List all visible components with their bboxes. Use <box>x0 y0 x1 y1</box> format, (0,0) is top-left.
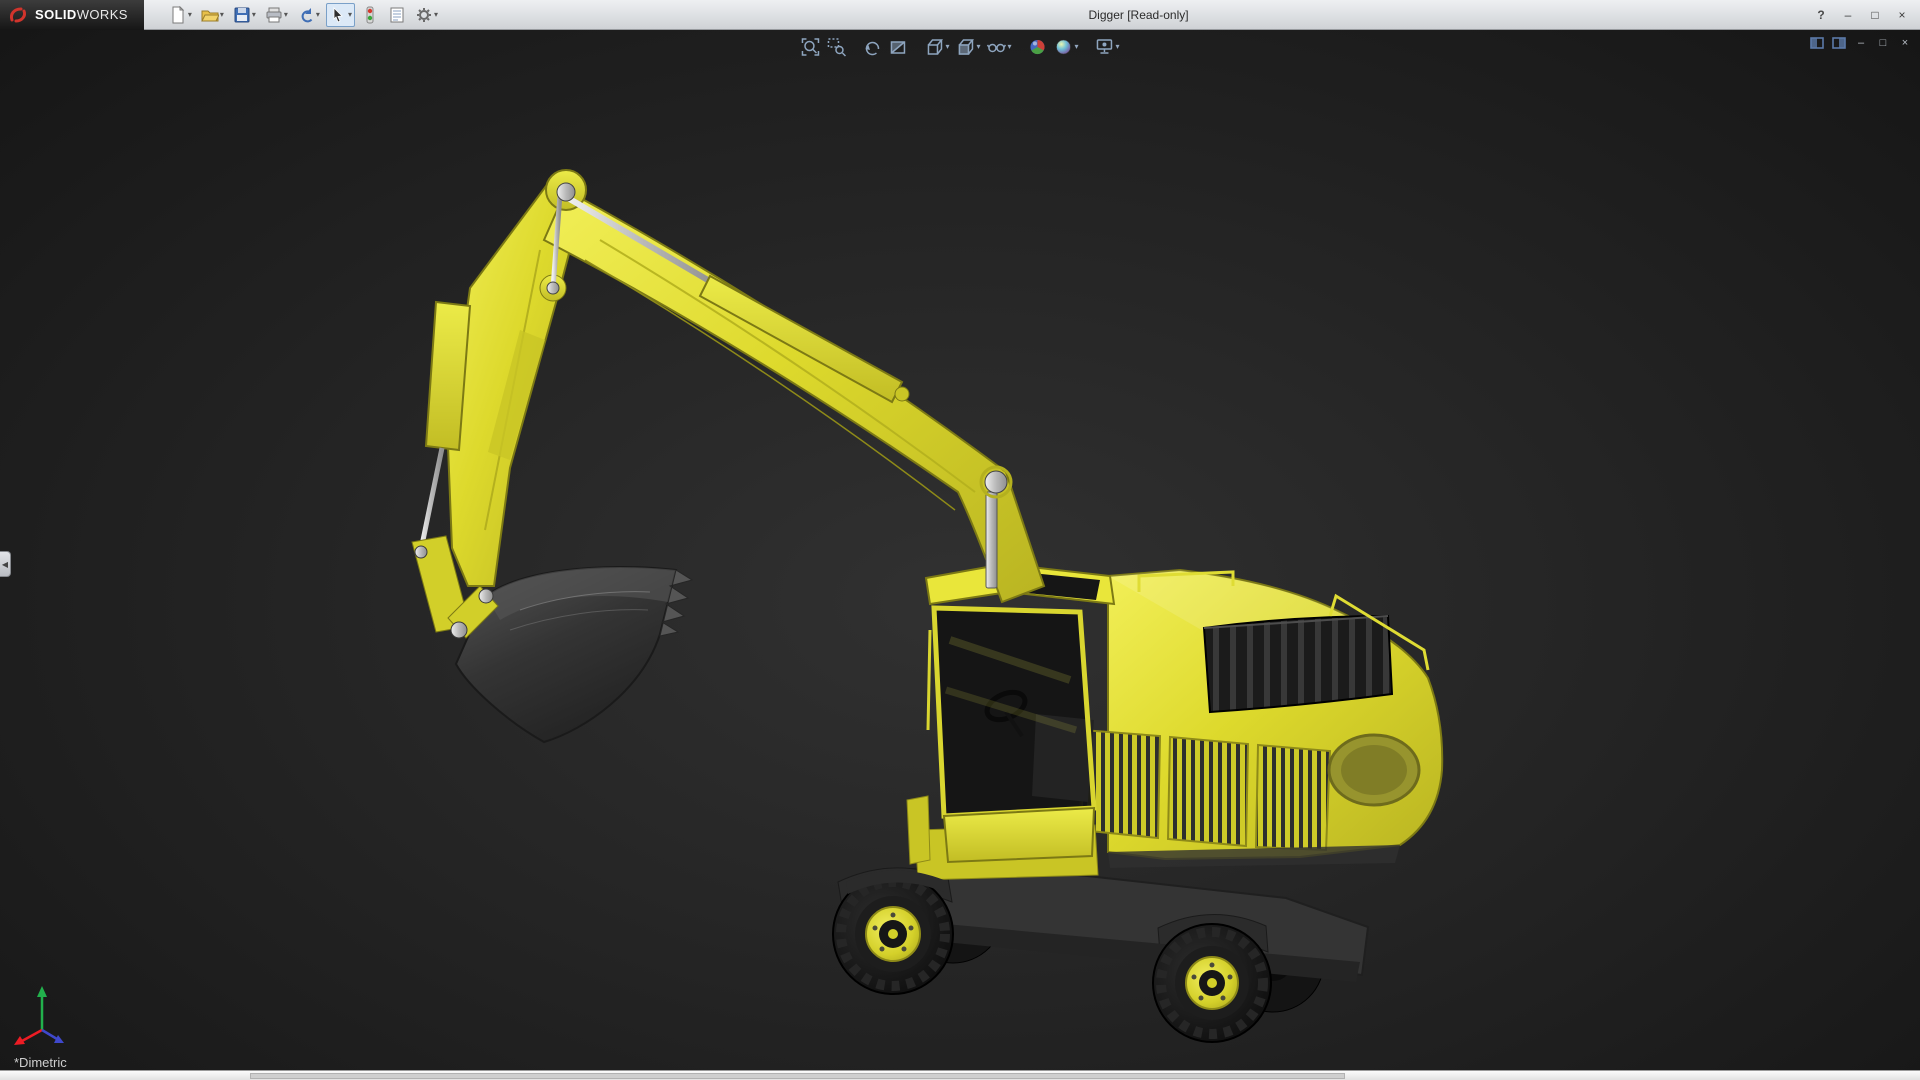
dropdown-caret-icon: ▾ <box>252 11 256 19</box>
dropdown-caret-icon: ▾ <box>1075 43 1079 51</box>
section-view-icon <box>888 37 908 57</box>
apex-pin <box>557 183 575 201</box>
options-button[interactable]: ▾ <box>412 3 441 27</box>
dropdown-caret-icon: ▾ <box>434 11 438 19</box>
view-settings-button[interactable]: ▾ <box>1093 35 1122 59</box>
featuremanager-collapse-tab[interactable]: ◀ <box>0 551 11 577</box>
open-document-button[interactable]: ▾ <box>198 3 227 27</box>
print-button[interactable]: ▾ <box>262 3 291 27</box>
close-button[interactable]: × <box>1890 5 1914 25</box>
digger-model[interactable] <box>412 170 1442 1042</box>
previous-view-icon <box>862 37 882 57</box>
engine-housing[interactable] <box>1080 570 1442 868</box>
file-properties-icon <box>388 6 406 24</box>
section-view-button[interactable] <box>886 35 910 59</box>
tile-right-icon <box>1831 35 1847 51</box>
new-document-icon <box>169 6 187 24</box>
doc-minimize-button[interactable]: – <box>1852 34 1870 52</box>
print-icon <box>265 6 283 24</box>
minimize-button[interactable]: – <box>1836 5 1860 25</box>
apply-scene-sphere-icon <box>1054 37 1074 57</box>
help-button[interactable]: ? <box>1809 5 1833 25</box>
undo-arrow-icon <box>297 6 315 24</box>
dropdown-caret-icon: ▾ <box>1116 43 1120 51</box>
graphics-area[interactable]: ▾ ▾ ▾ <box>0 30 1920 1070</box>
rear-window <box>1329 735 1419 805</box>
open-folder-icon <box>201 6 219 24</box>
rebuild-button[interactable] <box>358 3 382 27</box>
main-boom[interactable] <box>544 170 1044 602</box>
zoom-to-area-button[interactable] <box>824 35 848 59</box>
display-style-button[interactable]: ▾ <box>953 35 982 59</box>
status-message-area <box>250 1073 1345 1079</box>
reference-triad <box>12 978 82 1048</box>
rebuild-stoplight-icon <box>361 6 379 24</box>
view-orientation-cube-icon <box>924 37 944 57</box>
options-gear-icon <box>415 6 433 24</box>
previous-view-button[interactable] <box>860 35 884 59</box>
select-tool-button[interactable]: ▾ <box>326 3 355 27</box>
select-cursor-icon <box>329 6 347 24</box>
side-grilles <box>1080 730 1330 850</box>
tile-left-icon <box>1809 35 1825 51</box>
cab[interactable] <box>926 564 1114 862</box>
collapse-arrow-icon: ◀ <box>2 560 8 569</box>
window-title: Digger [Read-only] <box>1089 8 1189 22</box>
engine-hood[interactable] <box>1204 616 1392 712</box>
model-canvas[interactable] <box>0 30 1920 1070</box>
edit-appearance-ball-icon <box>1028 37 1048 57</box>
window-controls: ? – □ × <box>1809 5 1920 25</box>
view-settings-icon <box>1095 37 1115 57</box>
dropdown-caret-icon: ▾ <box>348 11 352 19</box>
zoom-to-fit-button[interactable] <box>798 35 822 59</box>
tile-left-button[interactable] <box>1808 34 1826 52</box>
y-axis-arrow <box>37 986 47 997</box>
dropdown-caret-icon: ▾ <box>316 11 320 19</box>
rear-wheel[interactable] <box>1153 924 1271 1042</box>
dropdown-caret-icon: ▾ <box>976 43 980 51</box>
doc-close-button[interactable]: × <box>1896 34 1914 52</box>
dropdown-caret-icon: ▾ <box>1007 43 1011 51</box>
save-button[interactable]: ▾ <box>230 3 259 27</box>
status-bar <box>0 1070 1920 1080</box>
zoom-to-area-icon <box>826 37 846 57</box>
view-orientation-button[interactable]: ▾ <box>922 35 951 59</box>
headsup-view-toolbar: ▾ ▾ ▾ <box>798 35 1121 59</box>
edit-appearance-button[interactable] <box>1026 35 1050 59</box>
new-document-button[interactable]: ▾ <box>166 3 195 27</box>
solidworks-logo-text: SOLIDWORKS <box>35 7 128 22</box>
dropdown-caret-icon: ▾ <box>284 11 288 19</box>
quick-access-toolbar: ▾ ▾ ▾ ▾ <box>166 3 441 27</box>
solidworks-logo-icon <box>8 5 28 25</box>
dropdown-caret-icon: ▾ <box>945 43 949 51</box>
zoom-to-fit-icon <box>800 37 820 57</box>
view-orientation-label: *Dimetric <box>14 1055 67 1070</box>
front-step <box>907 796 930 864</box>
hide-show-glasses-icon <box>986 37 1006 57</box>
document-window-controls: – □ × <box>1808 34 1914 52</box>
link-pin <box>547 282 559 294</box>
hide-show-items-button[interactable]: ▾ <box>984 35 1013 59</box>
solidworks-logo: SOLIDWORKS <box>0 0 144 30</box>
doc-restore-button[interactable]: □ <box>1874 34 1892 52</box>
undo-button[interactable]: ▾ <box>294 3 323 27</box>
file-properties-button[interactable] <box>385 3 409 27</box>
save-floppy-icon <box>233 6 251 24</box>
display-style-icon <box>955 37 975 57</box>
dropdown-caret-icon: ▾ <box>220 11 224 19</box>
dropdown-caret-icon: ▾ <box>188 11 192 19</box>
tile-right-button[interactable] <box>1830 34 1848 52</box>
maximize-button[interactable]: □ <box>1863 5 1887 25</box>
apply-scene-button[interactable]: ▾ <box>1052 35 1081 59</box>
titlebar: SOLIDWORKS ▾ ▾ ▾ <box>0 0 1920 30</box>
stick-cylinder[interactable] <box>568 198 909 402</box>
